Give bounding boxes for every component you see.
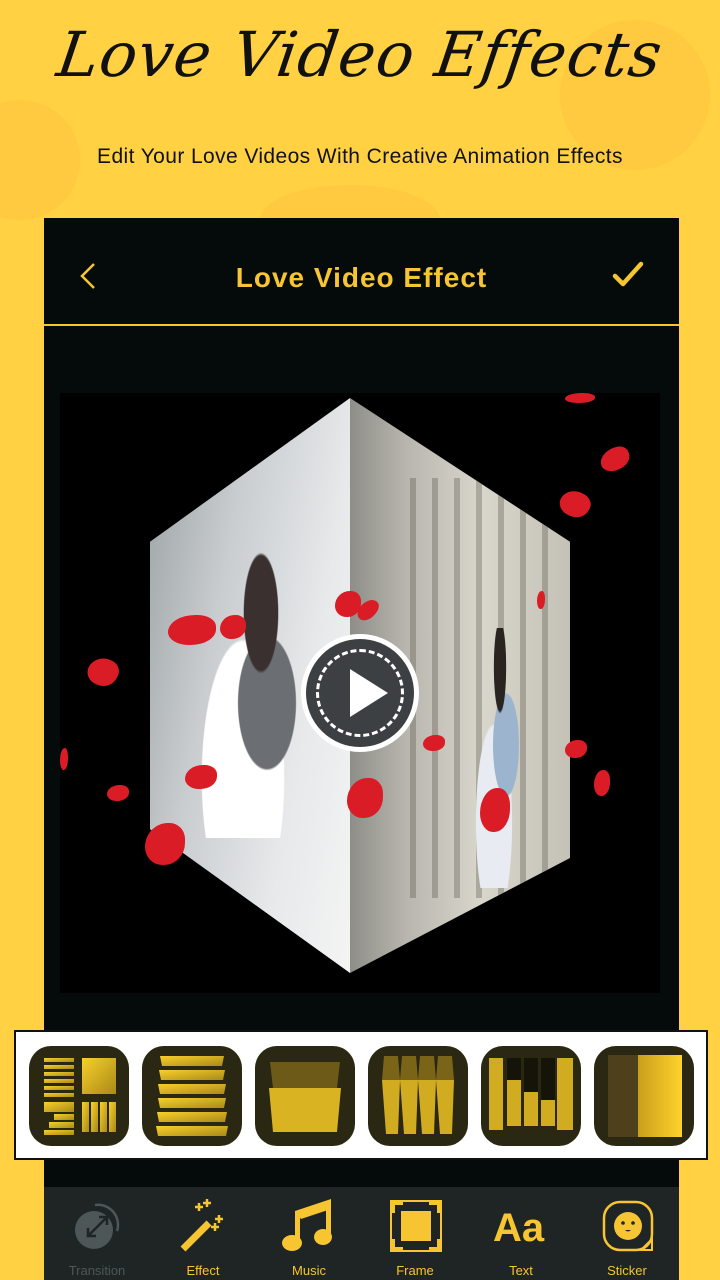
app-header: Love Video Effect bbox=[44, 218, 679, 326]
tab-music[interactable]: Music bbox=[256, 1187, 362, 1280]
tab-label: Sticker bbox=[607, 1263, 647, 1278]
text-icon: Aa bbox=[493, 1206, 545, 1250]
cube-box-icon bbox=[269, 1062, 341, 1132]
effect-bar-steps[interactable] bbox=[481, 1046, 581, 1146]
promo-title: Love Video Effects bbox=[52, 18, 668, 91]
rose-petal bbox=[60, 748, 68, 770]
tab-effect[interactable]: Effect bbox=[150, 1187, 256, 1280]
effect-split-slide[interactable] bbox=[594, 1046, 694, 1146]
tab-label: Transition bbox=[68, 1263, 126, 1278]
video-preview[interactable] bbox=[60, 393, 660, 993]
play-icon bbox=[350, 669, 388, 717]
split-slide-icon bbox=[608, 1055, 682, 1137]
transition-icon bbox=[75, 1203, 120, 1249]
music-note-icon bbox=[282, 1199, 332, 1251]
tab-sticker[interactable]: Sticker bbox=[574, 1187, 680, 1280]
confirm-button[interactable] bbox=[611, 258, 645, 292]
checkmark-icon bbox=[612, 261, 644, 287]
play-button[interactable] bbox=[301, 634, 419, 752]
rose-petal bbox=[83, 652, 123, 692]
tab-label: Text bbox=[509, 1263, 533, 1278]
page-title: Love Video Effect bbox=[235, 262, 488, 293]
tab-label: Music bbox=[292, 1263, 326, 1278]
rose-petal bbox=[597, 443, 633, 475]
rose-petal bbox=[107, 785, 129, 801]
effect-mixed-transition[interactable] bbox=[29, 1046, 129, 1146]
rose-petal bbox=[555, 485, 595, 523]
rose-petal bbox=[565, 740, 587, 758]
rose-petal bbox=[145, 823, 185, 865]
tab-label: Effect bbox=[186, 1263, 220, 1278]
horizontal-blinds-icon bbox=[156, 1056, 228, 1136]
magic-wand-icon bbox=[180, 1199, 223, 1252]
bottom-toolbar: Transition Effect Music Frame Aa Text St… bbox=[44, 1187, 679, 1280]
effect-cube-box[interactable] bbox=[255, 1046, 355, 1146]
effect-picker bbox=[14, 1030, 708, 1160]
tab-transition[interactable]: Transition bbox=[44, 1187, 150, 1280]
vertical-strips-icon bbox=[382, 1056, 454, 1134]
frame-icon bbox=[390, 1200, 442, 1252]
effect-vertical-strips[interactable] bbox=[368, 1046, 468, 1146]
rose-petal bbox=[594, 770, 610, 796]
effect-horizontal-blinds[interactable] bbox=[142, 1046, 242, 1146]
tab-label: Frame bbox=[396, 1263, 434, 1278]
rose-petal bbox=[565, 393, 595, 403]
promo-subtitle: Edit Your Love Videos With Creative Anim… bbox=[97, 145, 623, 168]
svg-text:Aa: Aa bbox=[493, 1206, 545, 1250]
bar-steps-icon bbox=[489, 1058, 573, 1130]
tab-frame[interactable]: Frame bbox=[362, 1187, 468, 1280]
tab-text[interactable]: Aa Text bbox=[468, 1187, 574, 1280]
sticker-icon bbox=[602, 1200, 654, 1252]
mixed-transition-icon bbox=[44, 1058, 116, 1135]
